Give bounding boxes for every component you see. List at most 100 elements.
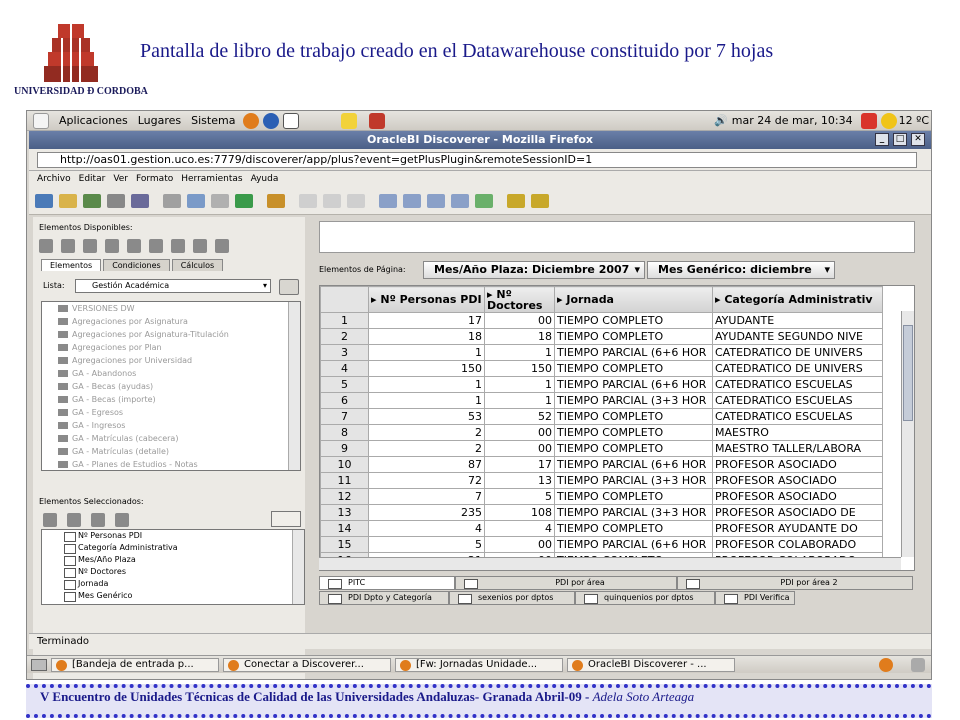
cell-personas[interactable]: 1: [368, 392, 485, 409]
scroll-thumb[interactable]: [903, 325, 913, 421]
edit-selected-icon[interactable]: [67, 513, 81, 527]
cell-personas[interactable]: 53: [368, 408, 485, 425]
cell-doctores[interactable]: 00: [484, 424, 555, 441]
cell-categoria[interactable]: PROFESOR ASOCIADO: [712, 456, 883, 473]
cell-doctores[interactable]: 1: [484, 376, 555, 393]
menu-archivo[interactable]: Archivo: [37, 174, 71, 184]
sort-cross-icon[interactable]: [347, 193, 365, 208]
selected-item[interactable]: Nº Personas PDI: [42, 530, 304, 542]
selected-scrollbar[interactable]: [292, 530, 304, 604]
sheet-tab[interactable]: PDI Dpto y Categoría: [319, 591, 449, 605]
table-row[interactable]: 8 2 00 TIEMPO COMPLETO MAESTRO: [320, 424, 883, 441]
table-row[interactable]: 9 2 00 TIEMPO COMPLETO MAESTRO TALLER/LABORA: [320, 440, 883, 457]
firefox-launcher-icon[interactable]: [243, 112, 260, 129]
maximize-button[interactable]: □: [893, 133, 907, 146]
cell-categoria[interactable]: PROFESOR ASOCIADO DE: [712, 504, 883, 521]
page-item-mes-ano[interactable]: Mes/Año Plaza: Diciembre 2007 ▾: [423, 261, 645, 279]
close-window-button[interactable]: ✕: [911, 133, 925, 146]
cell-jornada[interactable]: TIEMPO PARCIAL (6+6 HOR: [554, 344, 713, 361]
window-titlebar[interactable]: OracleBI Discoverer - Mozilla Firefox _ …: [29, 131, 931, 149]
menu-ayuda[interactable]: Ayuda: [251, 174, 279, 184]
cell-categoria[interactable]: PROFESOR COLABORADO: [712, 536, 883, 553]
table-layout-icon[interactable]: [163, 193, 181, 208]
cell-jornada[interactable]: TIEMPO COMPLETO: [554, 360, 713, 377]
swap-icon[interactable]: [61, 239, 75, 253]
help-icon[interactable]: [263, 112, 280, 129]
tree-item[interactable]: Agregaciones por Asignatura-Titulación: [42, 328, 300, 341]
cell-personas[interactable]: 2: [368, 440, 485, 457]
sheet-tab[interactable]: PDI Verifica: [715, 591, 795, 605]
cell-doctores[interactable]: 00: [484, 536, 555, 553]
export-icon[interactable]: [507, 193, 525, 208]
table-row[interactable]: 2 18 18 TIEMPO COMPLETO AYUDANTE SEGUNDO NIV…: [320, 328, 883, 345]
table-icon[interactable]: [211, 193, 229, 208]
lista-select[interactable]: Gestión Académica ▾: [75, 279, 271, 293]
cell-jornada[interactable]: TIEMPO PARCIAL (3+3 HOR: [554, 472, 713, 489]
task-button[interactable]: [Fw: Jornadas Unidade...: [395, 657, 563, 672]
table-row[interactable]: 14 4 4 TIEMPO COMPLETO PROFESOR AYUDANTE DO: [320, 520, 883, 537]
cell-personas[interactable]: 7: [368, 488, 485, 505]
tree-item[interactable]: Agregaciones por Plan: [42, 341, 300, 354]
tree-scrollbar[interactable]: [288, 302, 300, 470]
cell-jornada[interactable]: TIEMPO PARCIAL (6+6 HOR: [554, 456, 713, 473]
cell-doctores[interactable]: 5: [484, 488, 555, 505]
table-row[interactable]: 1 17 00 TIEMPO COMPLETO AYUDANTE: [320, 312, 883, 329]
cell-categoria[interactable]: CATEDRATICO DE UNIVERS: [712, 360, 883, 377]
cell-categoria[interactable]: CATEDRATICO ESCUELAS: [712, 408, 883, 425]
cell-doctores[interactable]: 17: [484, 456, 555, 473]
cell-doctores[interactable]: 00: [484, 440, 555, 457]
new-condition-icon[interactable]: [149, 239, 163, 253]
cell-categoria[interactable]: PROFESOR AYUDANTE DO: [712, 520, 883, 537]
cell-categoria[interactable]: AYUDANTE: [712, 312, 883, 329]
mail-icon[interactable]: [283, 112, 300, 129]
cell-categoria[interactable]: AYUDANTE SEGUNDO NIVE: [712, 328, 883, 345]
table-row[interactable]: 7 53 52 TIEMPO COMPLETO CATEDRATICO ESCUELAS: [320, 408, 883, 425]
menu-aplicaciones[interactable]: Aplicaciones: [59, 114, 128, 127]
grid-vertical-scrollbar[interactable]: [901, 311, 914, 557]
sheet-tab[interactable]: quinquenios por dptos: [575, 591, 715, 605]
cell-doctores[interactable]: 52: [484, 408, 555, 425]
tree-item[interactable]: GA - Matrículas (detalle): [42, 445, 300, 458]
cell-categoria[interactable]: MAESTRO TALLER/LABORA: [712, 440, 883, 457]
delete-icon[interactable]: [215, 239, 229, 253]
percent-icon[interactable]: [403, 193, 421, 208]
table-row[interactable]: 15 5 00 TIEMPO PARCIAL (6+6 HOR PROFESOR COL…: [320, 536, 883, 553]
selected-item[interactable]: Categoría Administrativa: [42, 542, 304, 554]
list-options-button[interactable]: [271, 511, 301, 527]
find-icon[interactable]: [279, 279, 299, 295]
sheet-tab[interactable]: PDI por área: [455, 576, 677, 590]
menu-formato[interactable]: Formato: [136, 174, 173, 184]
table-row[interactable]: 6 1 1 TIEMPO PARCIAL (3+3 HOR CATEDRATICO ES…: [320, 392, 883, 409]
sort-asc-icon[interactable]: [299, 193, 317, 208]
totals-icon[interactable]: [379, 193, 397, 208]
edit-icon[interactable]: [171, 239, 185, 253]
calc-icon[interactable]: [427, 193, 445, 208]
cell-doctores[interactable]: 18: [484, 328, 555, 345]
cell-doctores[interactable]: 108: [484, 504, 555, 521]
cell-personas[interactable]: 2: [368, 424, 485, 441]
tab-calculos[interactable]: Cálculos: [171, 259, 224, 271]
cell-personas[interactable]: 17: [368, 312, 485, 329]
table-row[interactable]: 11 72 13 TIEMPO PARCIAL (3+3 HOR PROFESOR AS…: [320, 472, 883, 489]
menu-editar[interactable]: Editar: [79, 174, 106, 184]
minimize-button[interactable]: _: [875, 133, 889, 146]
selected-item[interactable]: Nº Doctores: [42, 566, 304, 578]
cell-doctores[interactable]: 150: [484, 360, 555, 377]
firefox-tray-icon[interactable]: [879, 657, 893, 672]
cell-personas[interactable]: 1: [368, 344, 485, 361]
sheet-tab[interactable]: PITC: [319, 576, 455, 590]
cell-jornada[interactable]: TIEMPO COMPLETO: [554, 520, 713, 537]
menu-lugares[interactable]: Lugares: [138, 114, 181, 127]
show-desktop-icon[interactable]: [31, 658, 47, 671]
cell-categoria[interactable]: CATEDRATICO ESCUELAS: [712, 392, 883, 409]
clock[interactable]: mar 24 de mar, 10:34: [732, 114, 853, 127]
cell-personas[interactable]: 5: [368, 536, 485, 553]
trash-icon[interactable]: [911, 657, 925, 672]
tree-item[interactable]: VERSIONES DW: [42, 302, 300, 315]
cell-categoria[interactable]: CATEDRATICO ESCUELAS: [712, 376, 883, 393]
tree-item[interactable]: GA - Abandonos: [42, 367, 300, 380]
table-row[interactable]: 10 87 17 TIEMPO PARCIAL (6+6 HOR PROFESOR AS…: [320, 456, 883, 473]
chart-icon[interactable]: [235, 193, 253, 208]
filter-icon[interactable]: [451, 193, 469, 208]
task-button[interactable]: OracleBI Discoverer - ...: [567, 657, 735, 672]
